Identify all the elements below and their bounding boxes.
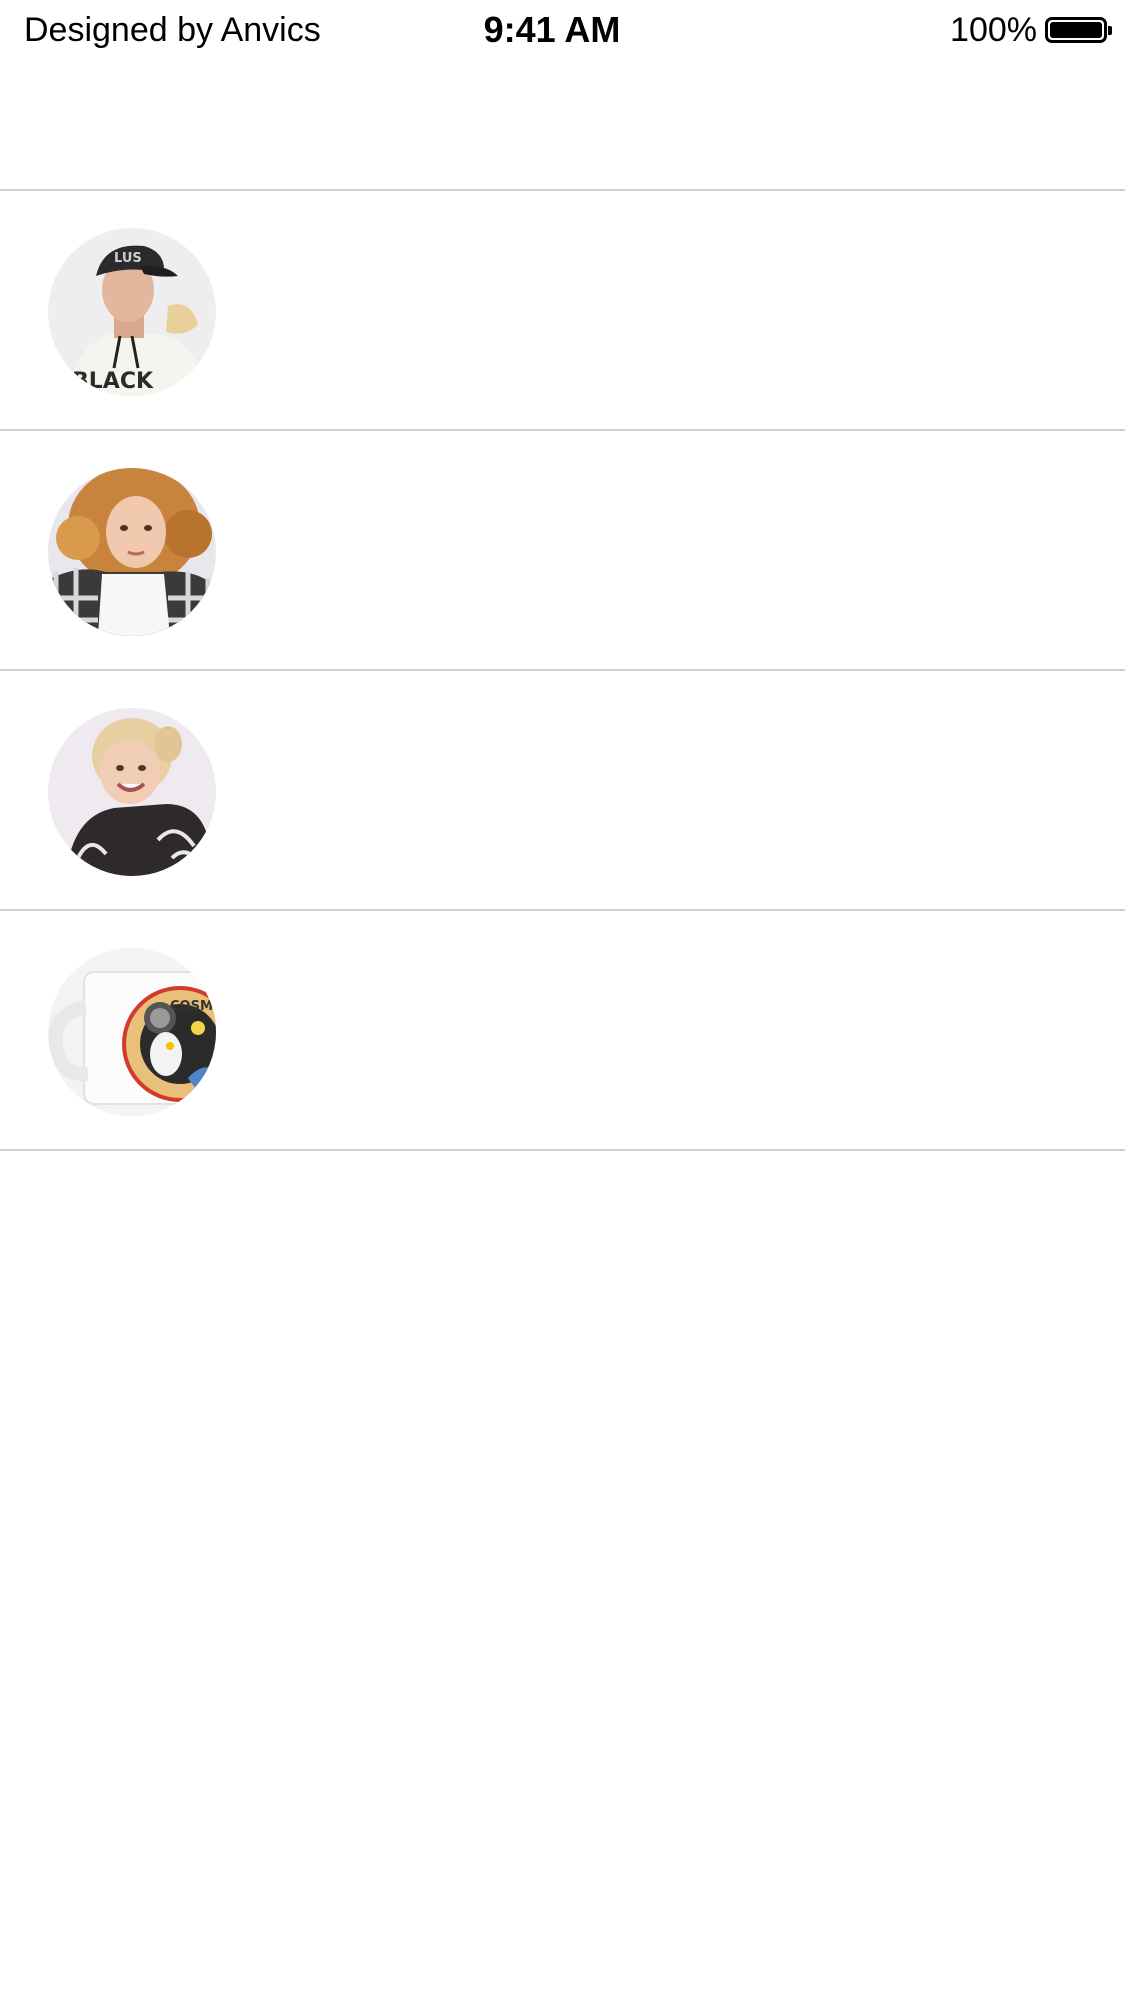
list-item[interactable] (0, 431, 1125, 671)
list-item[interactable]: LUS BLACK (0, 191, 1125, 431)
product-list: LUS BLACK COSM (0, 191, 1125, 1151)
battery-level-fill (1050, 22, 1102, 38)
status-bar: Designed by Anvics 9:41 AM 100% (0, 0, 1125, 60)
list-item[interactable] (0, 671, 1125, 911)
list-item[interactable]: COSM (0, 911, 1125, 1151)
cosmonaut-mug-avatar: COSM (48, 948, 216, 1116)
battery-percent: 100% (950, 10, 1037, 49)
woman-in-plaid-avatar (48, 468, 216, 636)
navigation-bar (0, 60, 1125, 191)
status-time: 9:41 AM (483, 9, 621, 50)
mug-print-text: COSM (170, 999, 213, 1014)
hoodie-print-text: BLACK (72, 369, 154, 394)
battery-icon (1045, 17, 1112, 43)
svg-text:LUS: LUS (114, 251, 142, 266)
man-in-cap-avatar: LUS BLACK (48, 228, 216, 396)
girl-in-hoodie-avatar (48, 708, 216, 876)
status-battery-group: 100% (950, 8, 1112, 52)
